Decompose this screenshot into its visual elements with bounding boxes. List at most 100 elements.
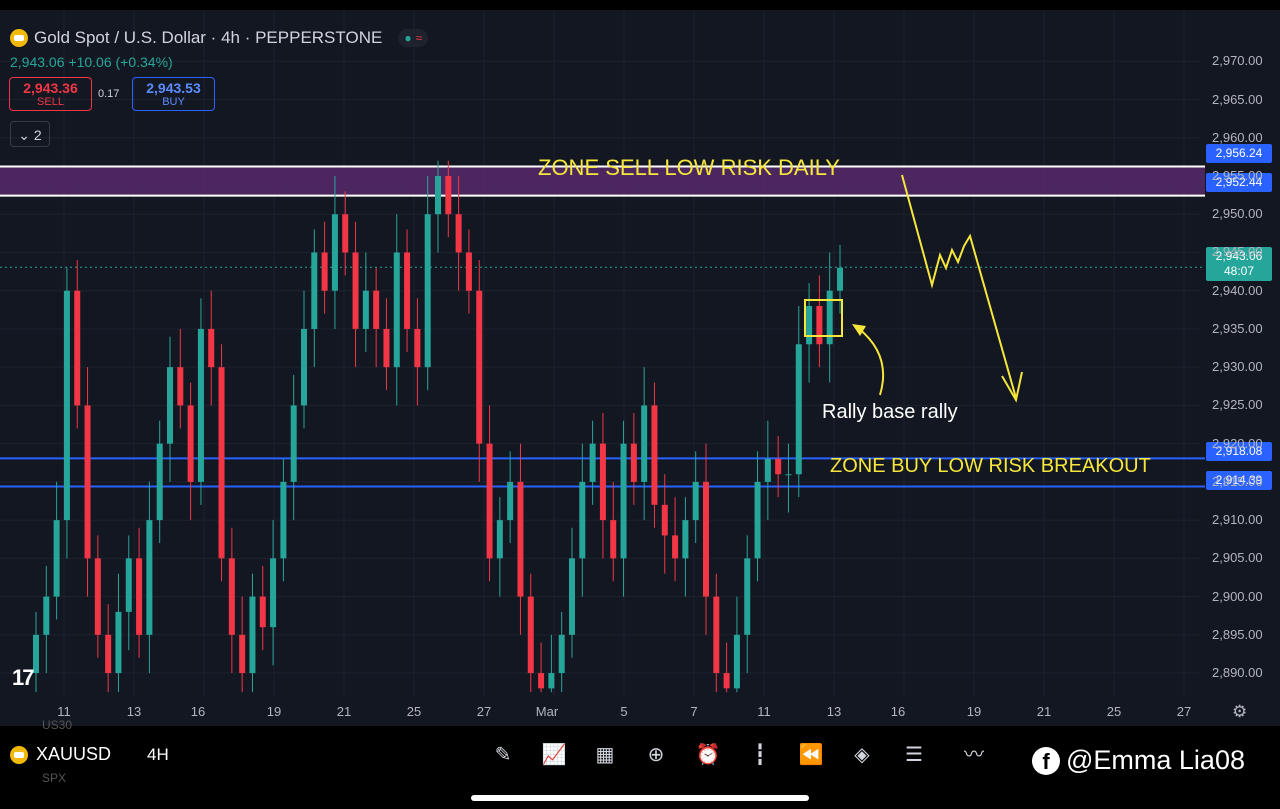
spread-value: 0.17 — [98, 88, 120, 100]
grid-icon[interactable]: ▦ — [591, 741, 619, 769]
layers-icon[interactable]: ◈ — [848, 741, 876, 769]
candle-body — [548, 673, 555, 689]
projection-path — [901, 174, 1017, 399]
candle-body — [641, 405, 648, 482]
ghost-symbol-bottom: SPX — [42, 771, 67, 785]
candle-body — [383, 328, 390, 368]
candle-body — [259, 596, 266, 628]
candle-body — [816, 306, 823, 345]
zone-top-price-label: 2,956.24 — [1206, 144, 1272, 163]
bottom-toolbar: US30 XAUUSD 4H SPX ✎ 📈 ▦ ⊕ ⏰ ┇ ⏪ ◈ ☰ 〰 f… — [0, 718, 1280, 809]
home-indicator — [471, 795, 809, 801]
candle-body — [620, 443, 627, 559]
indicators-collapse-button[interactable]: ⌄ 2 — [10, 121, 50, 147]
candle-body — [84, 405, 91, 559]
candle-body — [579, 481, 586, 559]
timeframe-selector[interactable]: 4H — [147, 745, 169, 765]
candle-body — [115, 611, 122, 674]
symbol-header[interactable]: Gold Spot / U.S. Dollar · 4h · PEPPERSTO… — [10, 28, 429, 48]
price-axis-label: 2,955.00 — [1212, 168, 1263, 183]
chevron-down-icon: ⌄ — [18, 127, 31, 143]
time-axis-label: 27 — [1176, 704, 1192, 719]
symbol-selector[interactable]: XAUUSD — [10, 744, 111, 765]
time-axis-label: 16 — [890, 704, 906, 719]
candle-body — [558, 634, 565, 674]
candle-body — [187, 405, 194, 482]
buy-price: 2,943.53 — [146, 80, 201, 96]
market-status-badge[interactable]: ● ≈ — [398, 29, 429, 47]
watermark-text: @Emma Lia08 — [1066, 745, 1245, 775]
candle-body — [795, 344, 802, 475]
buy-button[interactable]: 2,943.53 BUY — [132, 77, 215, 111]
sell-label: SELL — [37, 96, 64, 108]
sell-button[interactable]: 2,943.36 SELL — [9, 77, 92, 111]
candle-body — [105, 634, 112, 674]
candle-body — [651, 405, 658, 505]
chart-area[interactable]: Gold Spot / U.S. Dollar · 4h · PEPPERSTO… — [0, 10, 1280, 726]
candle-body — [630, 443, 637, 482]
time-axis-label: 19 — [266, 704, 282, 719]
candle-body — [775, 458, 782, 475]
price-axis-label: 2,935.00 — [1212, 320, 1263, 336]
time-axis-label: 25 — [406, 704, 422, 719]
candle-body — [744, 558, 751, 635]
price-axis-label: 2,900.00 — [1212, 588, 1263, 604]
price-axis-label: 2,945.00 — [1212, 244, 1263, 260]
bar-countdown: 48:07 — [1223, 264, 1255, 278]
candle-body — [713, 596, 720, 674]
tradingview-logo: 17 — [12, 665, 35, 690]
candle-body — [527, 596, 534, 674]
price-axis-label: 2,965.00 — [1212, 91, 1263, 107]
wave-icon: ≈ — [415, 31, 423, 45]
time-axis-label: 13 — [126, 704, 142, 719]
candle-body — [538, 673, 545, 689]
buy-zone-annotation: ZONE BUY LOW RISK BREAKOUT — [830, 455, 1151, 477]
candle-body — [352, 252, 359, 329]
candle-body — [661, 504, 668, 536]
candle-body — [589, 443, 596, 482]
price-axis-label: 2,925.00 — [1212, 397, 1263, 413]
candle-body — [290, 405, 297, 482]
replay-icon[interactable]: ⏪ — [797, 741, 825, 769]
symbol-title: Gold Spot / U.S. Dollar · 4h · PEPPERSTO… — [34, 28, 383, 47]
candle-body — [197, 328, 204, 482]
candle-body — [507, 481, 514, 521]
candle-body — [208, 328, 215, 368]
candle-body — [94, 558, 101, 635]
candles-icon[interactable]: ┇ — [746, 741, 774, 769]
price-change: +10.06 (+0.34%) — [68, 54, 173, 70]
price-axis-label: 2,970.00 — [1212, 53, 1263, 69]
candle-body — [455, 214, 462, 253]
indicators-icon[interactable]: 📈 — [540, 741, 568, 769]
gear-icon[interactable]: ⚙ — [1232, 702, 1247, 722]
candle-body — [270, 558, 277, 628]
time-axis-label: 25 — [1106, 704, 1122, 719]
alarm-icon[interactable]: ⏰ — [694, 741, 722, 769]
symbol-name: XAUUSD — [36, 744, 112, 764]
buy-label: BUY — [162, 96, 185, 108]
candle-body — [476, 290, 483, 444]
pencil-icon[interactable]: ✎ — [489, 741, 517, 769]
candle-body — [156, 443, 163, 521]
add-icon[interactable]: ⊕ — [642, 741, 670, 769]
candle-body — [723, 673, 730, 689]
candle-body — [228, 558, 235, 635]
price-axis-label: 2,930.00 — [1212, 359, 1263, 375]
price-axis-label: 2,910.00 — [1212, 512, 1263, 528]
price-axis-label: 2,950.00 — [1212, 206, 1263, 222]
time-axis-label: 19 — [966, 704, 982, 719]
candle-body — [331, 214, 338, 291]
candle-body — [486, 443, 493, 559]
price-chart[interactable] — [0, 10, 1280, 726]
candle-body — [569, 558, 575, 635]
time-axis-label: Mar — [535, 704, 559, 719]
market-open-icon: ● — [404, 31, 412, 45]
settings-sliders-icon[interactable]: ☰ — [900, 741, 928, 769]
candle-body — [63, 290, 70, 521]
candle-body — [496, 520, 503, 559]
candle-body — [167, 367, 173, 444]
trend-icon[interactable]: 〰 — [960, 741, 988, 769]
time-axis-label: 7 — [690, 704, 698, 719]
candle-body — [445, 176, 452, 215]
candle-body — [280, 481, 287, 559]
